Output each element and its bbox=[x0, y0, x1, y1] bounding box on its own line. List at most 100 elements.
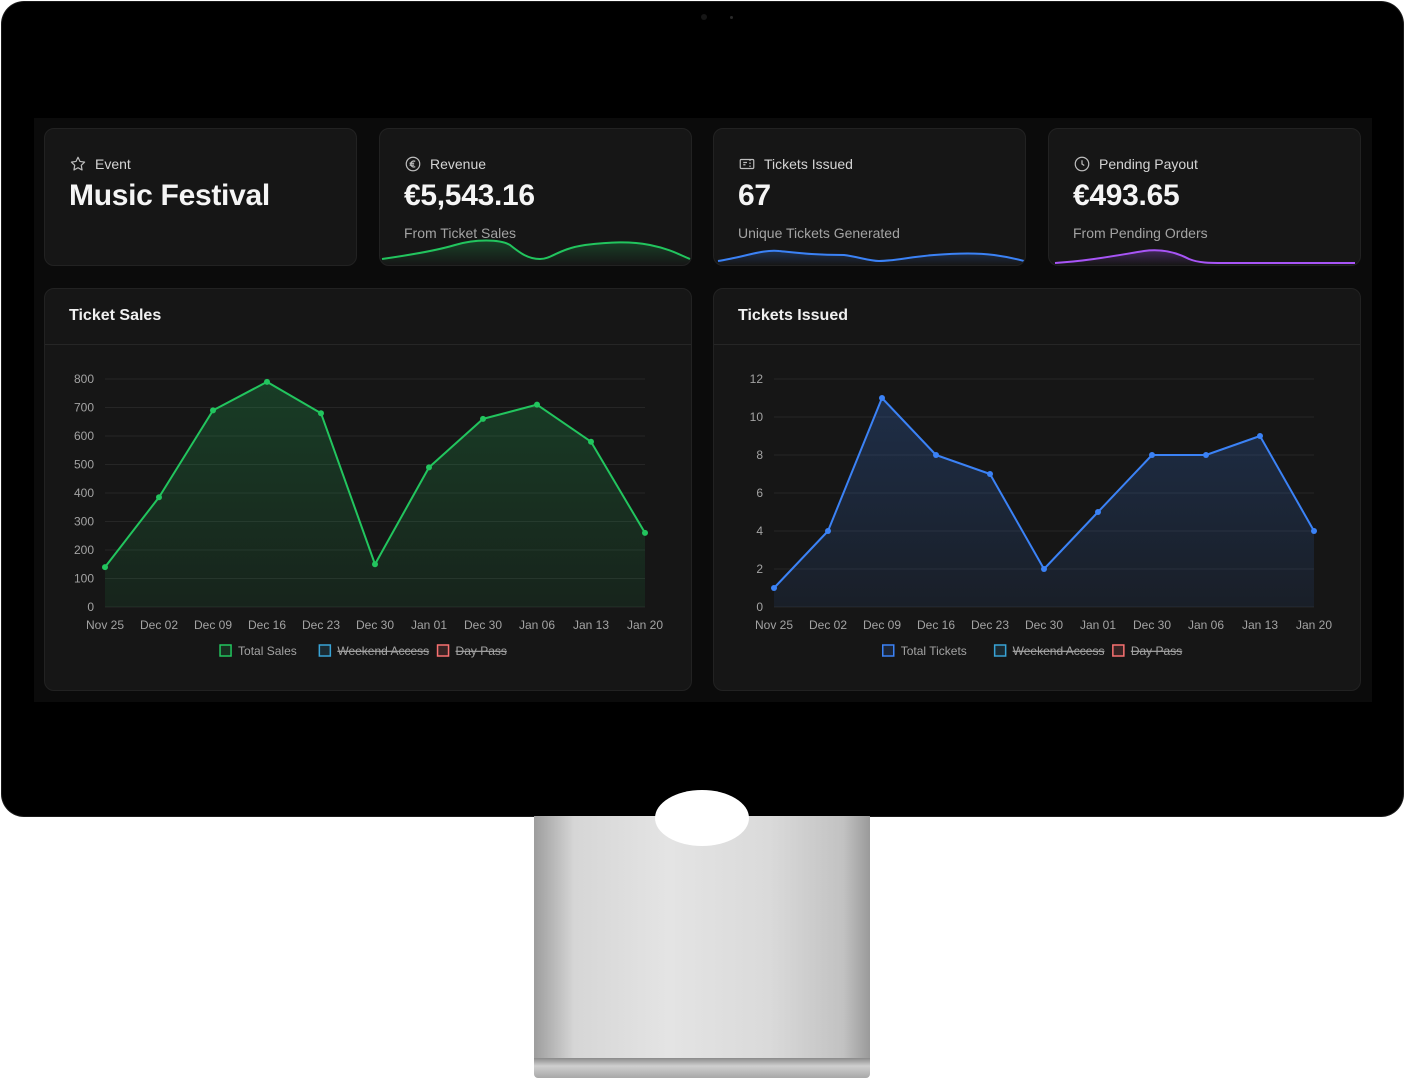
y-tick-label: 6 bbox=[756, 486, 763, 500]
legend-label: Day Pass bbox=[1131, 644, 1182, 658]
star-icon bbox=[70, 156, 86, 171]
camera-dot bbox=[701, 14, 707, 20]
clock-icon bbox=[1074, 156, 1090, 172]
data-point bbox=[156, 494, 162, 501]
series-area bbox=[774, 398, 1314, 607]
ticket-sales-title: Ticket Sales bbox=[69, 307, 162, 324]
x-tick-label: Dec 09 bbox=[863, 618, 901, 632]
data-point bbox=[426, 464, 432, 471]
legend-item[interactable]: Total Sales bbox=[219, 644, 297, 658]
data-point bbox=[933, 452, 939, 458]
x-tick-label: Nov 25 bbox=[86, 618, 124, 632]
x-tick-label: Jan 13 bbox=[573, 618, 609, 632]
data-point bbox=[318, 410, 324, 417]
data-point bbox=[1095, 509, 1101, 515]
legend-label: Total Sales bbox=[238, 644, 297, 658]
tickets-issued-chart-card: Tickets Issued 0 2 4 6 8 10 12 Nov 25 Dec 02 Dec … bbox=[713, 288, 1361, 691]
x-tick-label: Nov 25 bbox=[755, 618, 793, 632]
y-tick-label: 12 bbox=[750, 372, 764, 386]
data-point bbox=[1257, 433, 1263, 439]
tickets-issued-chart: 0 2 4 6 8 10 12 Nov 25 Dec 02 Dec 09 Dec 16 Dec 23 D… bbox=[750, 372, 1333, 658]
x-tick-label: Dec 02 bbox=[809, 618, 847, 632]
payout-label-text: Pending Payout bbox=[1099, 156, 1198, 172]
y-tick-label: 0 bbox=[87, 600, 94, 614]
x-tick-label: Dec 16 bbox=[248, 618, 286, 632]
event-name: Music Festival bbox=[69, 179, 270, 212]
y-tick-label: 10 bbox=[750, 410, 764, 424]
legend-swatch bbox=[436, 644, 450, 657]
series-area bbox=[105, 381, 645, 607]
event-label: Event bbox=[69, 155, 131, 173]
sensor-dot bbox=[730, 16, 733, 19]
tickets-card: Tickets Issued 67 Unique Tickets Generat… bbox=[713, 128, 1026, 266]
y-tick-label: 800 bbox=[74, 372, 94, 386]
y-tick-label: 700 bbox=[74, 401, 94, 415]
legend-label: Weekend Access bbox=[1013, 644, 1105, 658]
ticket-sales-chart-card: Ticket Sales 0 100 200 300 400 500 600 700 800 No… bbox=[44, 288, 692, 691]
revenue-value: €5,543.16 bbox=[404, 179, 535, 212]
x-tick-label: Dec 16 bbox=[917, 618, 955, 632]
legend-label: Weekend Access bbox=[337, 644, 429, 658]
x-tick-label: Dec 23 bbox=[302, 618, 340, 632]
y-tick-label: 400 bbox=[74, 486, 94, 500]
data-point bbox=[771, 585, 777, 591]
x-tick-label: Jan 06 bbox=[519, 618, 555, 632]
y-tick-label: 0 bbox=[756, 600, 763, 614]
x-tick-label: Dec 30 bbox=[1133, 618, 1171, 632]
ticket-sales-chart: 0 100 200 300 400 500 600 700 800 Nov 25 Dec 02 Dec… bbox=[74, 372, 663, 658]
legend-label: Total Tickets bbox=[901, 644, 967, 658]
legend-swatch bbox=[882, 644, 895, 657]
legend-swatch bbox=[993, 644, 1007, 657]
dashboard-screen: Event Music Festival Revenue €5,543.16 F… bbox=[34, 118, 1372, 702]
payout-label: Pending Payout bbox=[1073, 155, 1198, 173]
data-point bbox=[588, 438, 594, 445]
y-tick-label: 500 bbox=[74, 458, 94, 472]
data-point bbox=[825, 528, 831, 534]
legend-item[interactable]: Weekend Access bbox=[318, 644, 429, 658]
y-tick-label: 2 bbox=[756, 562, 763, 576]
revenue-label-text: Revenue bbox=[430, 156, 487, 172]
legend-swatch bbox=[318, 644, 332, 657]
x-tick-label: Jan 01 bbox=[1080, 618, 1116, 632]
legend-item[interactable]: Weekend Access bbox=[993, 644, 1105, 658]
tickets-label: Tickets Issued bbox=[738, 155, 853, 173]
legend-item[interactable]: Total Tickets bbox=[882, 644, 967, 658]
data-point bbox=[534, 401, 540, 408]
x-tick-label: Dec 02 bbox=[140, 618, 178, 632]
data-point bbox=[1311, 528, 1317, 534]
payout-value: €493.65 bbox=[1073, 179, 1180, 212]
event-card: Event Music Festival bbox=[44, 128, 357, 266]
legend-item[interactable]: Day Pass bbox=[436, 644, 507, 658]
y-tick-label: 4 bbox=[756, 524, 763, 538]
x-tick-label: Dec 30 bbox=[356, 618, 394, 632]
revenue-label: Revenue bbox=[404, 155, 486, 173]
data-point bbox=[879, 395, 885, 401]
x-tick-label: Jan 20 bbox=[1296, 618, 1332, 632]
tickets-label-text: Tickets Issued bbox=[764, 156, 853, 172]
x-tick-label: Dec 09 bbox=[194, 618, 232, 632]
x-tick-label: Jan 13 bbox=[1242, 618, 1278, 632]
stand-cutout bbox=[655, 790, 749, 846]
revenue-sparkline bbox=[381, 239, 691, 265]
payout-sparkline bbox=[1054, 249, 1355, 265]
payout-card: Pending Payout €493.65 From Pending Orde… bbox=[1048, 128, 1361, 266]
data-point bbox=[1203, 452, 1209, 458]
x-tick-label: Jan 20 bbox=[627, 618, 663, 632]
y-tick-label: 200 bbox=[74, 543, 94, 557]
event-label-text: Event bbox=[95, 156, 131, 172]
data-point bbox=[102, 564, 108, 571]
monitor-bezel: Event Music Festival Revenue €5,543.16 F… bbox=[2, 2, 1403, 816]
data-point bbox=[1041, 566, 1047, 572]
tickets-issued-title: Tickets Issued bbox=[738, 307, 848, 324]
legend-swatch bbox=[219, 644, 232, 657]
x-tick-label: Jan 06 bbox=[1188, 618, 1224, 632]
legend-item[interactable]: Day Pass bbox=[1112, 644, 1182, 658]
ticket-icon bbox=[739, 158, 755, 170]
euro-icon bbox=[405, 156, 421, 172]
y-tick-label: 100 bbox=[74, 572, 94, 586]
y-tick-label: 8 bbox=[756, 448, 763, 462]
x-tick-label: Dec 23 bbox=[971, 618, 1009, 632]
x-tick-label: Dec 30 bbox=[464, 618, 502, 632]
data-point bbox=[480, 415, 486, 422]
legend-swatch bbox=[1112, 644, 1125, 657]
